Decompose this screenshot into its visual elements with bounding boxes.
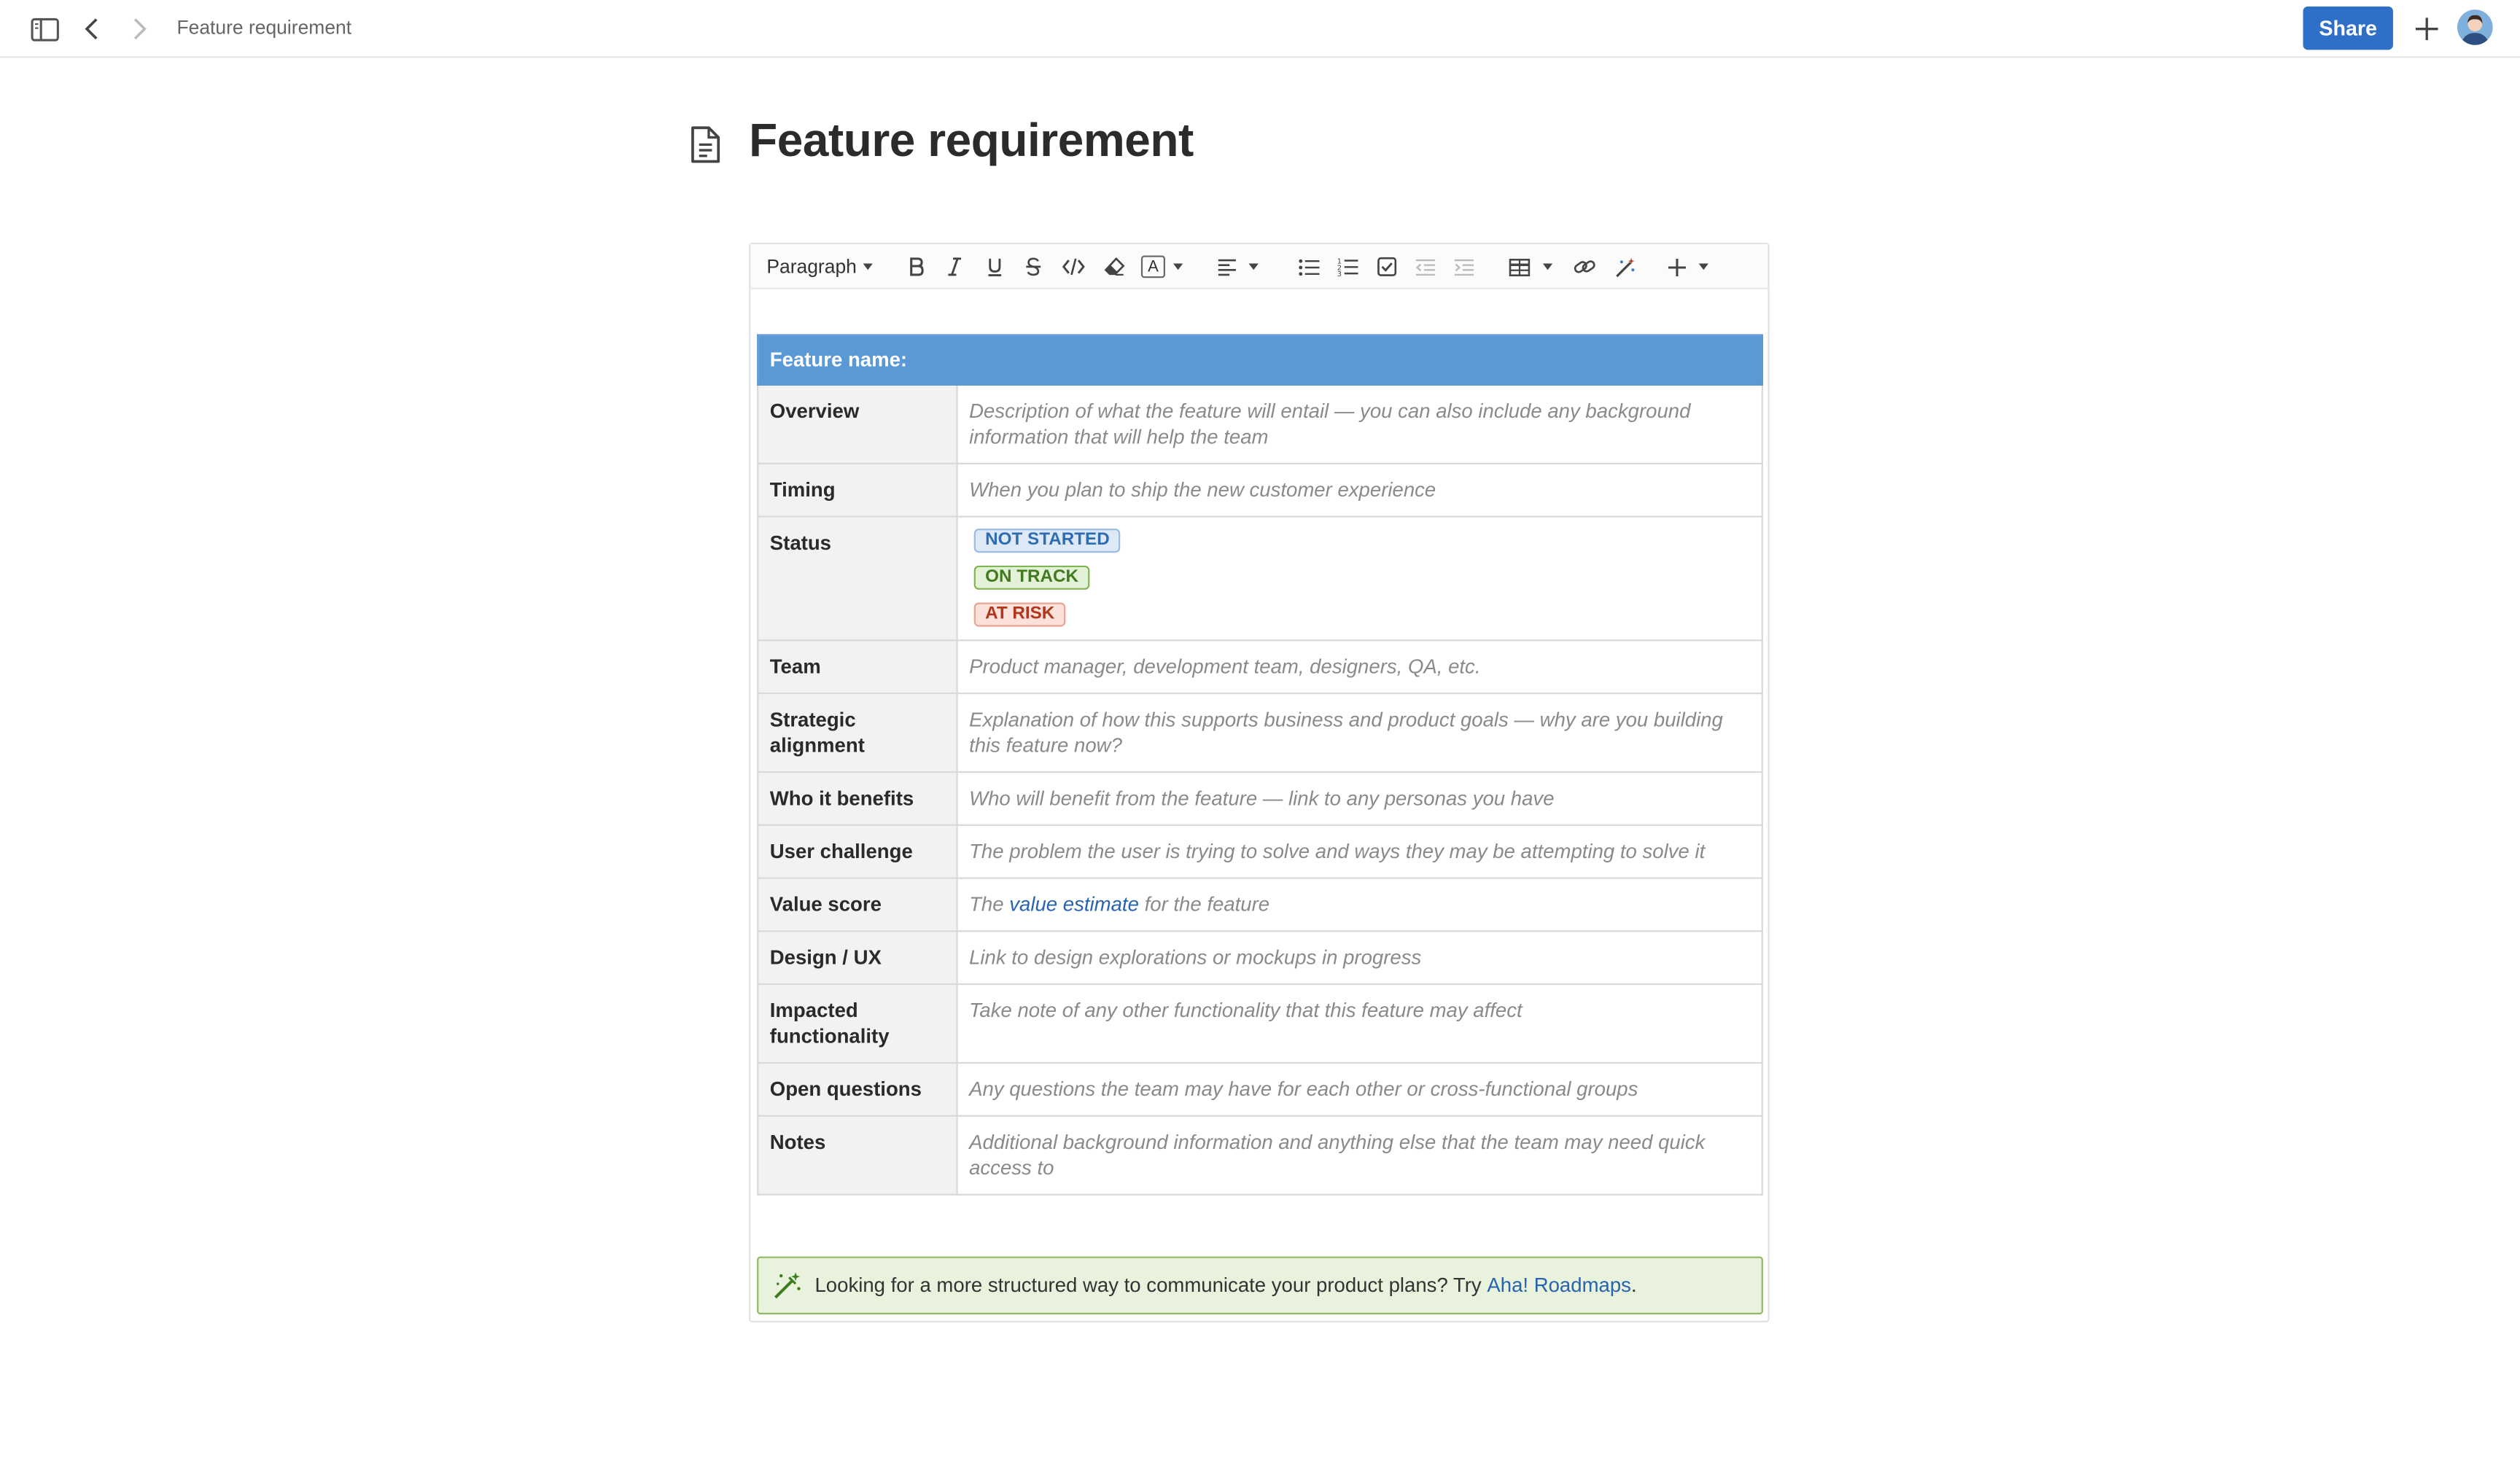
chevron-down-icon bbox=[1542, 263, 1553, 270]
editor-toolbar: Paragraph A 1 2 3 bbox=[750, 244, 1768, 289]
row-value[interactable]: Additional background information and an… bbox=[956, 1115, 1763, 1196]
promo-callout: Looking for a more structured way to com… bbox=[757, 1256, 1763, 1314]
svg-text:3: 3 bbox=[1337, 270, 1341, 276]
table-row: Status NOT STARTED ON TRACK AT RISK bbox=[757, 515, 1763, 642]
page-title: Feature requirement bbox=[749, 115, 1194, 168]
table-dropdown[interactable] bbox=[1509, 254, 1553, 279]
table-row: Value score The value estimate for the f… bbox=[757, 877, 1763, 932]
row-value[interactable]: Take note of any other functionality tha… bbox=[956, 983, 1763, 1064]
table-row: Open questions Any questions the team ma… bbox=[757, 1061, 1763, 1117]
checklist-icon[interactable] bbox=[1376, 254, 1399, 279]
status-badge-list: NOT STARTED ON TRACK AT RISK bbox=[969, 529, 1750, 627]
row-label[interactable]: User challenge bbox=[757, 824, 958, 879]
breadcrumb: Feature requirement bbox=[176, 16, 352, 39]
table-row: Who it benefits Who will benefit from th… bbox=[757, 771, 1763, 826]
insert-dropdown[interactable] bbox=[1668, 254, 1708, 279]
chevron-down-icon bbox=[1698, 263, 1708, 270]
link-icon[interactable] bbox=[1572, 254, 1598, 279]
row-value[interactable]: Who will benefit from the feature — link… bbox=[956, 771, 1763, 826]
row-value[interactable]: Explanation of how this supports busines… bbox=[956, 692, 1763, 773]
row-label[interactable]: Timing bbox=[757, 462, 958, 518]
row-value[interactable]: The value estimate for the feature bbox=[956, 877, 1763, 932]
top-bar: Feature requirement Share bbox=[0, 0, 2520, 58]
row-label[interactable]: Who it benefits bbox=[757, 771, 958, 826]
numbered-list-icon[interactable]: 123 bbox=[1336, 254, 1358, 279]
bullet-list-icon[interactable] bbox=[1297, 254, 1320, 279]
row-label[interactable]: Status bbox=[757, 515, 958, 642]
row-value[interactable]: Description of what the feature will ent… bbox=[956, 383, 1763, 464]
row-value[interactable]: When you plan to ship the new customer e… bbox=[956, 462, 1763, 518]
callout-text: Looking for a more structured way to com… bbox=[814, 1274, 1482, 1297]
table-row: Overview Description of what the feature… bbox=[757, 383, 1763, 464]
plus-icon[interactable] bbox=[2411, 13, 2443, 45]
chevron-down-icon bbox=[1172, 263, 1183, 270]
avatar[interactable] bbox=[2457, 9, 2493, 45]
indent-icon[interactable] bbox=[1453, 254, 1476, 279]
chevron-down-icon bbox=[1248, 263, 1259, 270]
editor: Paragraph A 1 2 3 Feature name: Overview… bbox=[749, 242, 1770, 1322]
value-score-prefix: The bbox=[969, 893, 1004, 916]
row-label[interactable]: Team bbox=[757, 639, 958, 695]
row-label[interactable]: Notes bbox=[757, 1115, 958, 1196]
table-row: User challenge The problem the user is t… bbox=[757, 824, 1763, 879]
row-label[interactable]: Value score bbox=[757, 877, 958, 932]
strikethrough-icon[interactable] bbox=[1022, 254, 1045, 279]
status-cell[interactable]: NOT STARTED ON TRACK AT RISK bbox=[956, 515, 1763, 642]
italic-icon[interactable] bbox=[944, 254, 966, 279]
status-badge-not-started[interactable]: NOT STARTED bbox=[973, 529, 1121, 553]
row-label[interactable]: Design / UX bbox=[757, 930, 958, 986]
document-icon bbox=[688, 125, 723, 164]
status-badge-on-track[interactable]: ON TRACK bbox=[973, 565, 1090, 590]
value-estimate-link[interactable]: value estimate bbox=[1009, 893, 1139, 916]
sidebar-toggle-icon[interactable] bbox=[29, 13, 61, 45]
row-value[interactable]: Product manager, development team, desig… bbox=[956, 639, 1763, 695]
table-row: Strategic alignment Explanation of how t… bbox=[757, 692, 1763, 773]
underline-icon[interactable] bbox=[984, 254, 1006, 279]
status-badge-at-risk[interactable]: AT RISK bbox=[973, 602, 1066, 627]
table-header-row: Feature name: bbox=[757, 334, 1763, 386]
outdent-icon[interactable] bbox=[1415, 254, 1437, 279]
row-label[interactable]: Strategic alignment bbox=[757, 692, 958, 773]
row-label[interactable]: Overview bbox=[757, 383, 958, 464]
paragraph-style-dropdown[interactable]: Paragraph bbox=[766, 254, 873, 279]
requirements-table: Feature name: Overview Description of wh… bbox=[757, 334, 1763, 1196]
align-dropdown[interactable] bbox=[1218, 254, 1259, 279]
table-row: Design / UX Link to design explorations … bbox=[757, 930, 1763, 986]
row-label[interactable]: Impacted functionality bbox=[757, 983, 958, 1064]
table-row: Timing When you plan to ship the new cus… bbox=[757, 462, 1763, 518]
table-row: Notes Additional background information … bbox=[757, 1115, 1763, 1196]
back-arrow-icon[interactable] bbox=[76, 13, 108, 45]
text-color-label: A bbox=[1140, 255, 1165, 278]
table-row: Impacted functionality Take note of any … bbox=[757, 983, 1763, 1064]
magic-wand-icon[interactable] bbox=[1612, 254, 1638, 279]
bold-icon[interactable] bbox=[905, 254, 928, 279]
row-value[interactable]: The problem the user is trying to solve … bbox=[956, 824, 1763, 879]
text-color-dropdown[interactable]: A bbox=[1140, 254, 1183, 279]
share-button[interactable]: Share bbox=[2303, 6, 2393, 50]
magic-wand-icon bbox=[774, 1272, 801, 1299]
table-icon bbox=[1509, 257, 1531, 276]
value-score-suffix: for the feature bbox=[1144, 893, 1270, 916]
aha-roadmaps-link[interactable]: Aha! Roadmaps bbox=[1487, 1274, 1631, 1297]
row-value[interactable]: Any questions the team may have for each… bbox=[956, 1061, 1763, 1117]
paragraph-style-label: Paragraph bbox=[766, 255, 857, 278]
eraser-icon[interactable] bbox=[1101, 254, 1127, 279]
forward-arrow-icon[interactable] bbox=[124, 13, 156, 45]
code-icon[interactable] bbox=[1061, 254, 1086, 279]
row-label[interactable]: Open questions bbox=[757, 1061, 958, 1117]
plus-icon bbox=[1668, 257, 1687, 276]
row-value[interactable]: Link to design explorations or mockups i… bbox=[956, 930, 1763, 986]
table-row: Team Product manager, development team, … bbox=[757, 639, 1763, 695]
chevron-down-icon bbox=[863, 263, 873, 270]
callout-suffix: . bbox=[1630, 1274, 1637, 1297]
align-left-icon bbox=[1218, 258, 1236, 276]
table-header-cell[interactable]: Feature name: bbox=[757, 334, 1763, 386]
